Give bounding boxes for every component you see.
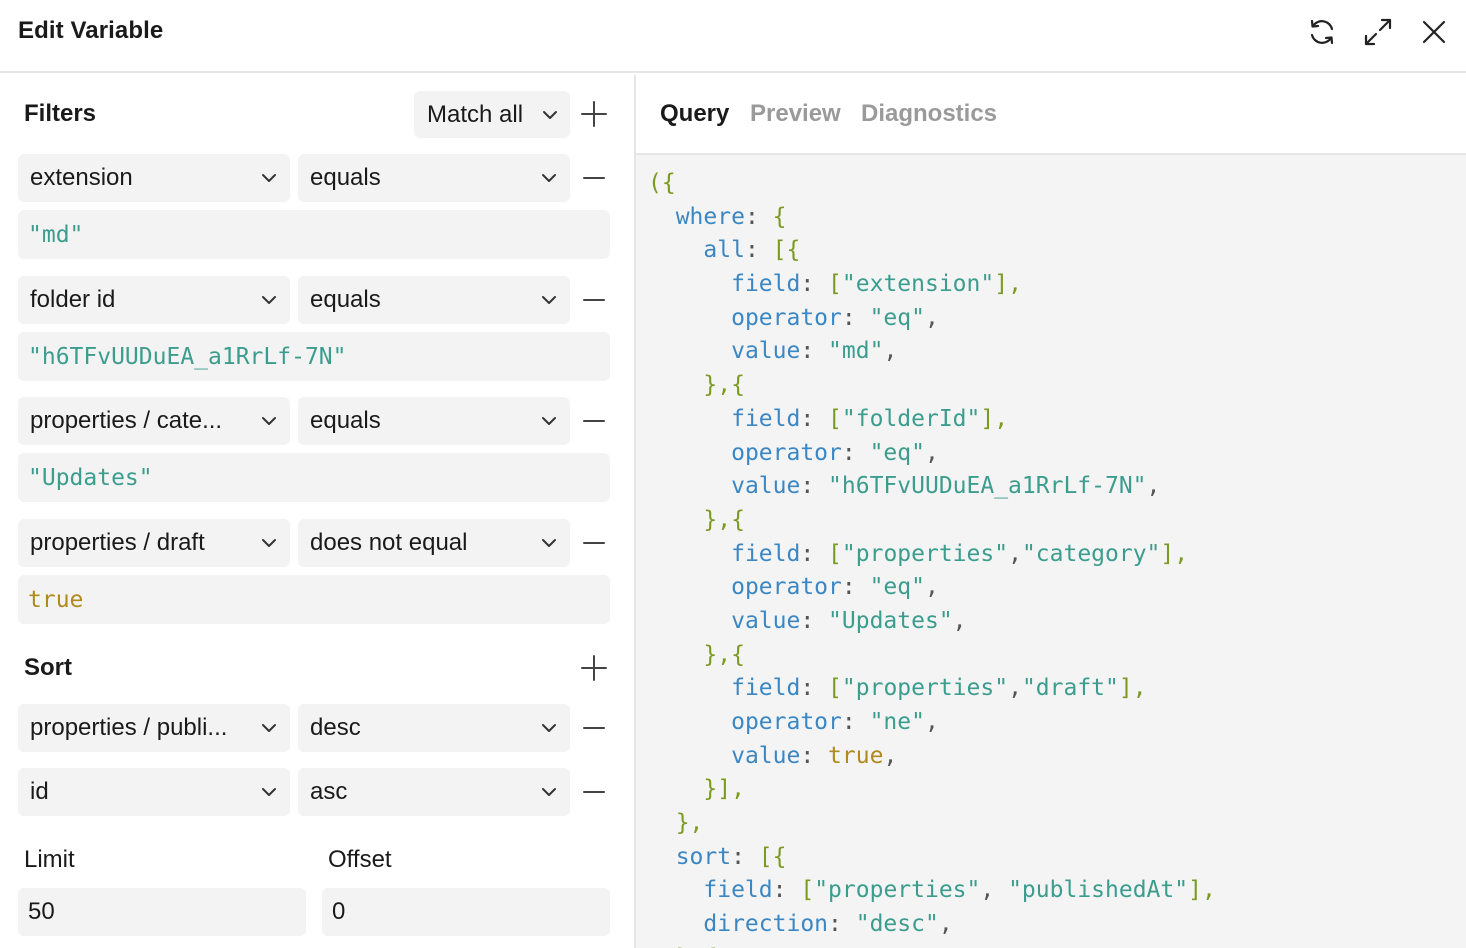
code-line: },{: [703, 641, 745, 668]
match-mode-select[interactable]: Match all: [414, 91, 570, 138]
filter-field-select[interactable]: properties / cate...: [18, 397, 290, 445]
filter-value-input[interactable]: true: [18, 575, 610, 624]
chevron-down-icon: [258, 410, 280, 432]
limit-label: Limit: [24, 846, 75, 873]
dialog-header: Edit Variable: [0, 0, 1466, 73]
code-line: field: ["extension"],: [731, 271, 1022, 298]
refresh-icon[interactable]: [1306, 14, 1338, 50]
filters-heading: Filters: [24, 100, 97, 127]
chevron-down-icon: [538, 781, 560, 803]
filter-value-input[interactable]: "md": [18, 210, 610, 259]
filter-field-select[interactable]: properties / draft: [18, 519, 290, 567]
query-builder-panel: Filters Match all extension equals "md" …: [0, 75, 634, 948]
filter-field-select[interactable]: extension: [18, 154, 290, 202]
chevron-down-icon: [538, 532, 560, 554]
code-line: },{: [703, 506, 745, 533]
limit-input[interactable]: 50: [18, 888, 306, 936]
chevron-down-icon: [258, 167, 280, 189]
minus-icon: [583, 299, 605, 301]
remove-filter-button[interactable]: [577, 283, 611, 317]
chevron-down-icon: [258, 532, 280, 554]
code-line: value: true,: [731, 742, 898, 769]
remove-filter-button[interactable]: [577, 161, 611, 195]
filter-operator-select[interactable]: equals: [298, 276, 570, 324]
filter-operator-select[interactable]: does not equal: [298, 519, 570, 567]
sort-direction-select[interactable]: desc: [298, 704, 570, 752]
code-line: ({: [648, 170, 676, 196]
expand-icon[interactable]: [1362, 14, 1394, 50]
remove-filter-button[interactable]: [577, 526, 611, 560]
remove-sort-button[interactable]: [577, 775, 611, 809]
code-line: field: ["properties","category"],: [731, 540, 1189, 567]
filter-operator-select[interactable]: equals: [298, 154, 570, 202]
chevron-down-icon: [538, 167, 560, 189]
filter-value-input[interactable]: "h6TFvUUDuEA_a1RrLf-7N": [18, 332, 610, 381]
code-line: value: "md",: [731, 338, 898, 365]
filter-field-select[interactable]: folder id: [18, 276, 290, 324]
output-tabs: Query Preview Diagnostics: [636, 75, 1466, 155]
dialog-title: Edit Variable: [18, 17, 164, 44]
code-line: operator: "eq",: [731, 574, 939, 601]
code-line: },: [675, 810, 704, 837]
code-line: },{: [648, 942, 1216, 948]
minus-icon: [583, 177, 605, 179]
code-line: field: ["properties","draft"],: [731, 675, 1147, 702]
minus-icon: [583, 791, 605, 793]
code-line: operator: "ne",: [731, 709, 939, 735]
query-output-panel: Query Preview Diagnostics ({ where: { al…: [636, 75, 1466, 948]
code-line: all: [{: [703, 237, 801, 264]
code-line: field: ["folderId"],: [731, 405, 1009, 432]
chevron-down-icon: [543, 110, 557, 119]
code-line: operator: "eq",: [731, 304, 939, 331]
chevron-down-icon: [538, 410, 560, 432]
tab-diagnostics[interactable]: Diagnostics: [861, 100, 997, 128]
sort-field-select[interactable]: id: [18, 768, 290, 816]
chevron-down-icon: [258, 289, 280, 311]
query-code-view[interactable]: ({ where: { all: [{ field: ["extension"]…: [648, 167, 1216, 948]
code-line: },{: [703, 372, 745, 399]
tab-query[interactable]: Query: [660, 100, 729, 128]
add-sort-button[interactable]: [577, 651, 611, 685]
chevron-down-icon: [258, 781, 280, 803]
offset-label: Offset: [328, 846, 392, 873]
code-line: where: {: [675, 203, 787, 230]
chevron-down-icon: [258, 717, 280, 739]
add-filter-button[interactable]: [577, 97, 611, 131]
match-mode-label: Match all: [427, 100, 524, 128]
remove-sort-button[interactable]: [577, 711, 611, 745]
sort-heading: Sort: [24, 654, 72, 681]
filter-operator-select[interactable]: equals: [298, 397, 570, 445]
chevron-down-icon: [538, 717, 560, 739]
remove-filter-button[interactable]: [577, 404, 611, 438]
code-line: sort: [{: [675, 843, 787, 870]
tab-preview[interactable]: Preview: [750, 100, 841, 128]
code-line: value: "Updates",: [731, 607, 967, 634]
code-line: direction: "desc",: [703, 911, 953, 938]
plus-icon: [581, 101, 607, 127]
code-line: operator: "eq",: [731, 439, 939, 466]
sort-field-select[interactable]: properties / publi...: [18, 704, 290, 752]
chevron-down-icon: [538, 289, 560, 311]
code-line: }],: [703, 776, 745, 803]
filter-value-input[interactable]: "Updates": [18, 453, 610, 502]
minus-icon: [583, 542, 605, 544]
plus-icon: [581, 655, 607, 681]
sort-direction-select[interactable]: asc: [298, 768, 570, 816]
minus-icon: [583, 420, 605, 422]
code-line: value: "h6TFvUUDuEA_a1RrLf-7N",: [731, 473, 1161, 500]
close-icon[interactable]: [1418, 14, 1450, 50]
offset-input[interactable]: 0: [322, 888, 610, 936]
minus-icon: [583, 727, 605, 729]
code-line: field: ["properties", "publishedAt"],: [703, 877, 1216, 904]
